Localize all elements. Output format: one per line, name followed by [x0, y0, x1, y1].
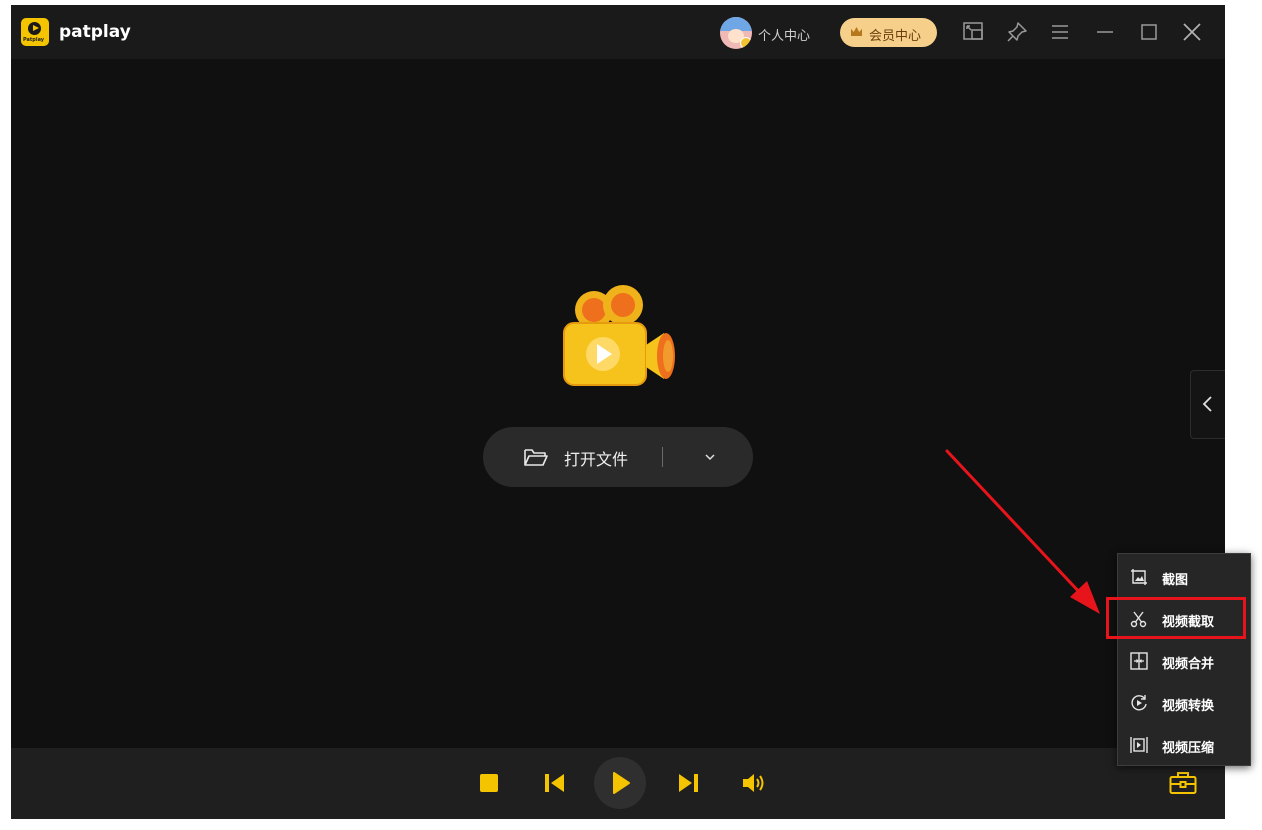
- video-camera-logo-icon: [556, 285, 680, 393]
- merge-icon: [1130, 652, 1148, 674]
- volume-icon[interactable]: [742, 773, 766, 797]
- picture-in-picture-icon[interactable]: [960, 19, 986, 45]
- open-file-label: 打开文件: [564, 450, 629, 469]
- next-icon[interactable]: [677, 773, 699, 797]
- folder-icon: [523, 446, 549, 472]
- minimize-icon[interactable]: [1092, 19, 1118, 45]
- menu-item-label: 视频压缩: [1162, 741, 1215, 756]
- playlist-toggle-tab[interactable]: [1190, 370, 1225, 439]
- screenshot-icon: [1130, 568, 1148, 590]
- menu-item-video-merge[interactable]: 视频合并: [1118, 641, 1250, 681]
- open-file-button[interactable]: 打开文件: [483, 427, 753, 487]
- menu-item-label: 视频合并: [1162, 657, 1215, 672]
- divider: [662, 447, 663, 467]
- tools-menu: 截图 视频截取 视频合并 视频转换 视频压缩: [1117, 553, 1251, 766]
- play-icon: [613, 772, 630, 794]
- previous-icon[interactable]: [544, 773, 566, 797]
- vip-center-button[interactable]: 会员中心: [840, 18, 937, 47]
- close-icon[interactable]: [1179, 19, 1205, 45]
- logo-text: Patplay: [23, 37, 45, 43]
- title-bar[interactable]: Patplay patplay 个人中心 会员中心: [11, 5, 1225, 59]
- menu-item-label: 视频转换: [1162, 699, 1215, 714]
- pin-icon[interactable]: [1004, 19, 1030, 45]
- toolbox-icon[interactable]: [1169, 771, 1197, 799]
- player-window: Patplay patplay 个人中心 会员中心 打开文件: [11, 5, 1225, 819]
- chevron-left-icon: [1202, 396, 1212, 412]
- menu-item-video-compress[interactable]: 视频压缩: [1118, 725, 1250, 765]
- menu-item-video-convert[interactable]: 视频转换: [1118, 683, 1250, 723]
- app-title: patplay: [59, 22, 131, 42]
- menu-item-screenshot[interactable]: 截图: [1118, 557, 1250, 597]
- chevron-down-icon[interactable]: [703, 449, 717, 468]
- menu-icon[interactable]: [1047, 19, 1073, 45]
- avatar[interactable]: [720, 17, 752, 49]
- convert-icon: [1130, 694, 1148, 716]
- stop-icon[interactable]: [480, 774, 498, 796]
- maximize-icon[interactable]: [1136, 19, 1162, 45]
- menu-item-label: 截图: [1162, 573, 1189, 588]
- vip-center-label: 会员中心: [869, 29, 922, 44]
- profile-center-link[interactable]: 个人中心: [758, 25, 810, 44]
- playback-control-bar: [11, 748, 1225, 819]
- play-button[interactable]: [594, 757, 646, 809]
- app-logo: Patplay: [21, 18, 49, 46]
- compress-icon: [1130, 736, 1148, 758]
- annotation-highlight-box: [1106, 597, 1246, 639]
- crown-icon: [851, 27, 862, 36]
